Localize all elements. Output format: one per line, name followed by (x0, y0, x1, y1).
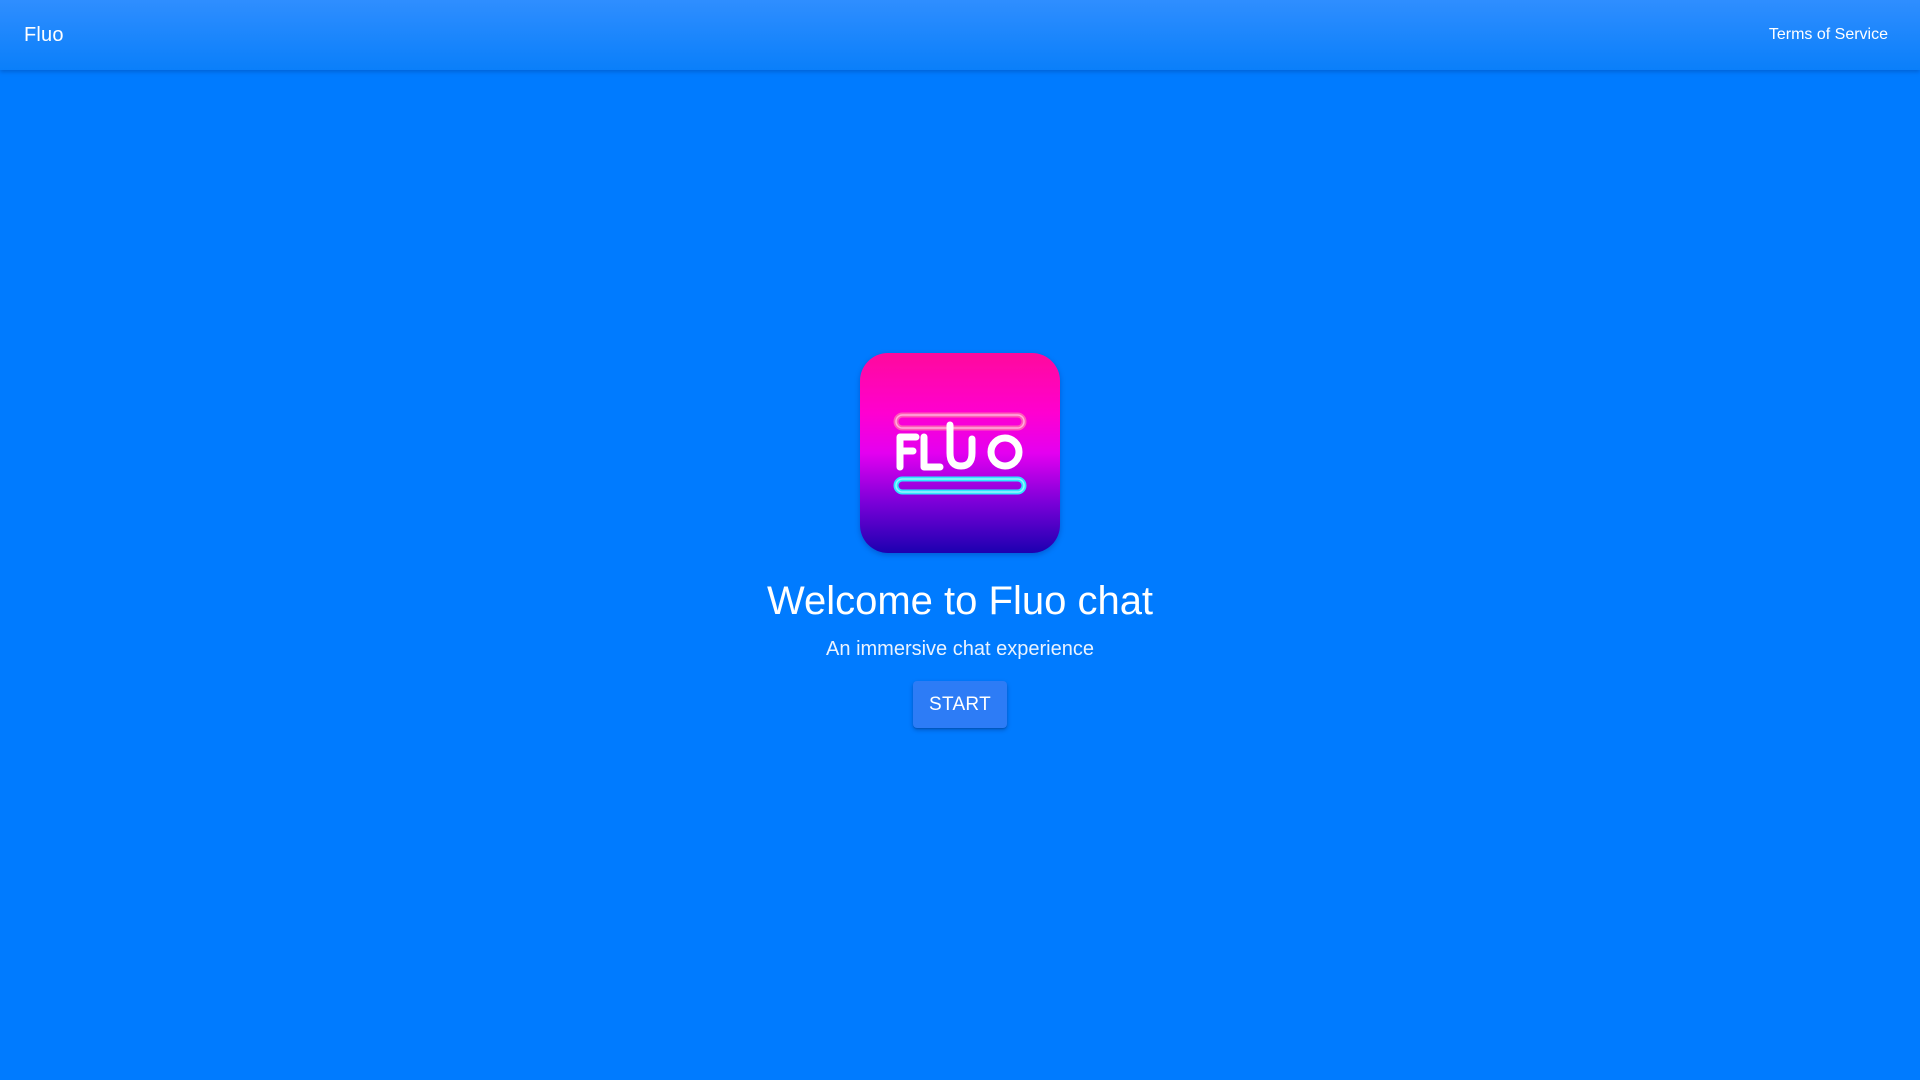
fluo-logo-graphic (893, 412, 1027, 495)
welcome-section: Welcome to Fluo chat An immersive chat e… (0, 70, 1920, 1080)
fluo-logo-icon (860, 353, 1060, 553)
top-app-bar: Fluo Terms of Service (0, 0, 1920, 70)
terms-of-service-link[interactable]: Terms of Service (1769, 26, 1888, 44)
brand-link[interactable]: Fluo (24, 24, 64, 47)
start-button[interactable]: START (913, 681, 1007, 728)
welcome-heading: Welcome to Fluo chat (766, 579, 1154, 623)
welcome-subtitle: An immersive chat experience (826, 638, 1094, 660)
